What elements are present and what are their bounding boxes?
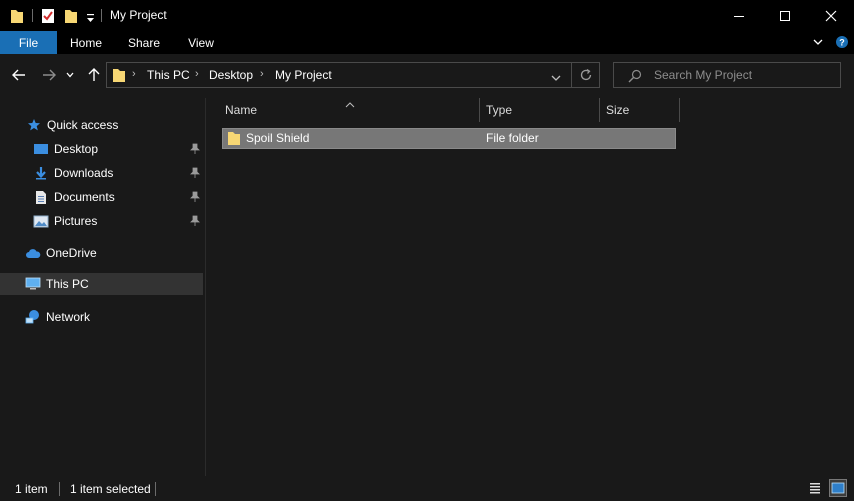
close-button[interactable] <box>808 0 854 31</box>
folder-icon <box>112 67 126 86</box>
search-icon <box>628 69 642 86</box>
pictures-icon <box>33 213 49 229</box>
tab-home[interactable]: Home <box>60 31 112 54</box>
nav-pictures[interactable]: Pictures <box>33 210 97 232</box>
address-separator <box>571 63 572 87</box>
nav-label: Network <box>46 310 91 324</box>
sort-ascending-icon <box>345 97 355 111</box>
column-header-size[interactable]: Size <box>606 98 629 122</box>
status-bar: 1 item 1 item selected <box>0 476 854 501</box>
column-separator[interactable] <box>479 98 480 122</box>
pin-icon[interactable] <box>190 215 200 229</box>
network-icon <box>25 309 41 325</box>
nav-documents[interactable]: Documents <box>33 186 115 208</box>
column-header-name[interactable]: Name <box>225 98 257 122</box>
nav-label: This PC <box>46 277 89 291</box>
title-bar: My Project <box>0 0 854 31</box>
nav-onedrive[interactable]: OneDrive <box>25 242 97 264</box>
forward-button[interactable] <box>40 66 58 84</box>
status-separator <box>155 482 156 496</box>
search-box[interactable]: Search My Project <box>613 62 841 88</box>
tab-file[interactable]: File <box>0 31 57 54</box>
tab-share[interactable]: Share <box>120 31 168 54</box>
selection-count: 1 item selected <box>70 482 151 496</box>
nav-this-pc[interactable]: This PC <box>25 273 89 295</box>
folder-icon <box>10 6 24 26</box>
minimize-button[interactable] <box>716 0 762 31</box>
nav-downloads[interactable]: Downloads <box>33 162 113 184</box>
tab-view[interactable]: View <box>178 31 224 54</box>
folder-icon <box>227 130 241 149</box>
table-row[interactable]: Spoil Shield File folder <box>222 128 676 149</box>
search-input[interactable]: Search My Project <box>654 68 752 82</box>
nav-label: OneDrive <box>46 246 97 260</box>
breadcrumb-separator[interactable]: › <box>260 68 264 80</box>
details-view-button[interactable] <box>806 479 824 497</box>
toolbar-separator <box>101 9 102 22</box>
new-folder-icon[interactable] <box>64 6 78 26</box>
breadcrumb-my-project[interactable]: My Project <box>275 68 332 82</box>
refresh-icon[interactable] <box>579 68 593 85</box>
cloud-icon <box>25 245 41 261</box>
recent-locations-button[interactable] <box>64 66 76 84</box>
status-separator <box>59 482 60 496</box>
navigation-pane: Quick access Desktop Downloads Documents… <box>0 98 206 476</box>
column-header-type[interactable]: Type <box>486 98 512 122</box>
star-icon <box>26 117 42 133</box>
nav-label: Downloads <box>54 166 114 180</box>
window-title: My Project <box>110 8 167 22</box>
nav-label: Documents <box>54 190 115 204</box>
address-bar[interactable]: › This PC › Desktop › My Project <box>106 62 600 88</box>
breadcrumb-separator: › <box>132 68 136 80</box>
properties-icon[interactable] <box>40 6 56 26</box>
documents-icon <box>33 189 49 205</box>
downloads-icon <box>33 165 49 181</box>
column-separator[interactable] <box>599 98 600 122</box>
maximize-button[interactable] <box>762 0 808 31</box>
nav-label: Pictures <box>54 214 98 228</box>
file-list: Name Type Size Spoil Shield File folder <box>207 98 854 476</box>
back-button[interactable] <box>10 66 28 84</box>
nav-label: Desktop <box>54 142 99 156</box>
nav-desktop[interactable]: Desktop <box>33 138 98 160</box>
breadcrumb-separator[interactable]: › <box>195 68 199 80</box>
expand-ribbon-icon[interactable] <box>812 36 824 51</box>
up-button[interactable] <box>85 66 103 84</box>
nav-network[interactable]: Network <box>25 306 90 328</box>
address-history-icon[interactable] <box>551 71 561 85</box>
pin-icon[interactable] <box>190 143 200 157</box>
large-icons-view-button[interactable] <box>829 479 847 497</box>
nav-label: Quick access <box>47 118 119 132</box>
item-count: 1 item <box>15 482 48 496</box>
customize-toolbar-icon[interactable] <box>86 7 96 27</box>
toolbar-separator <box>32 9 33 22</box>
help-icon[interactable]: ? <box>835 35 849 52</box>
desktop-icon <box>33 141 49 157</box>
pin-icon[interactable] <box>190 191 200 205</box>
pin-icon[interactable] <box>190 167 200 181</box>
column-separator[interactable] <box>679 98 680 122</box>
file-name: Spoil Shield <box>246 131 310 145</box>
computer-icon <box>25 276 41 292</box>
nav-quick-access[interactable]: Quick access <box>26 114 118 136</box>
file-type: File folder <box>486 131 539 145</box>
breadcrumb-desktop[interactable]: Desktop <box>209 68 253 82</box>
svg-text:?: ? <box>839 38 845 48</box>
breadcrumb-this-pc[interactable]: This PC <box>147 68 190 82</box>
ribbon-tabs: File Home Share View ? <box>0 31 854 54</box>
